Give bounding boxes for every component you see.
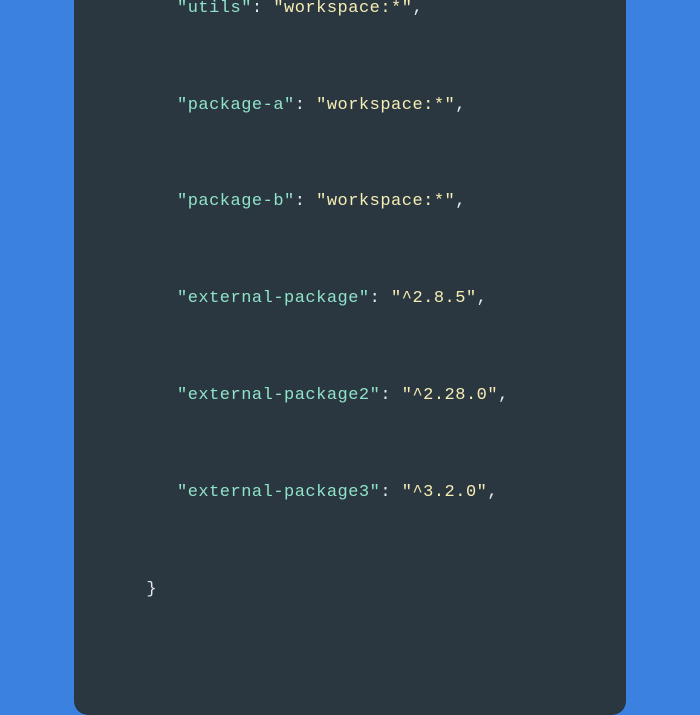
comma: ,	[477, 289, 488, 308]
json-key: "package-b"	[177, 192, 295, 211]
json-key: "external-package"	[177, 289, 370, 308]
comma: ,	[498, 386, 509, 405]
json-key: "utils"	[177, 0, 252, 18]
code-card: "dependencies": { "utils": "workspace:*"…	[74, 0, 626, 715]
colon: :	[295, 192, 316, 211]
code-line-entry: "package-b": "workspace:*",	[126, 186, 574, 218]
colon: :	[295, 96, 316, 115]
colon: :	[252, 0, 273, 18]
comma: ,	[487, 483, 498, 502]
json-value: "workspace:*"	[316, 96, 455, 115]
code-line-entry: "external-package2": "^2.28.0",	[126, 380, 574, 412]
comma: ,	[455, 96, 466, 115]
code-line-close: }	[126, 574, 574, 606]
code-line-entry: "external-package": "^2.8.5",	[126, 283, 574, 315]
json-value: "^2.8.5"	[391, 289, 477, 308]
code-line-entry: "utils": "workspace:*",	[126, 0, 574, 25]
json-key: "package-a"	[177, 96, 295, 115]
comma: ,	[455, 192, 466, 211]
close-brace: }	[146, 580, 157, 599]
colon: :	[380, 483, 401, 502]
json-key: "external-package3"	[177, 483, 380, 502]
code-line-entry: "package-a": "workspace:*",	[126, 90, 574, 122]
json-value: "workspace:*"	[273, 0, 412, 18]
code-block: "dependencies": { "utils": "workspace:*"…	[126, 0, 574, 671]
json-value: "^3.2.0"	[402, 483, 488, 502]
colon: :	[370, 289, 391, 308]
comma: ,	[412, 0, 423, 18]
code-line-entry: "external-package3": "^3.2.0",	[126, 477, 574, 509]
json-value: "workspace:*"	[316, 192, 455, 211]
json-value: "^2.28.0"	[402, 386, 498, 405]
colon: :	[380, 386, 401, 405]
json-key: "external-package2"	[177, 386, 380, 405]
